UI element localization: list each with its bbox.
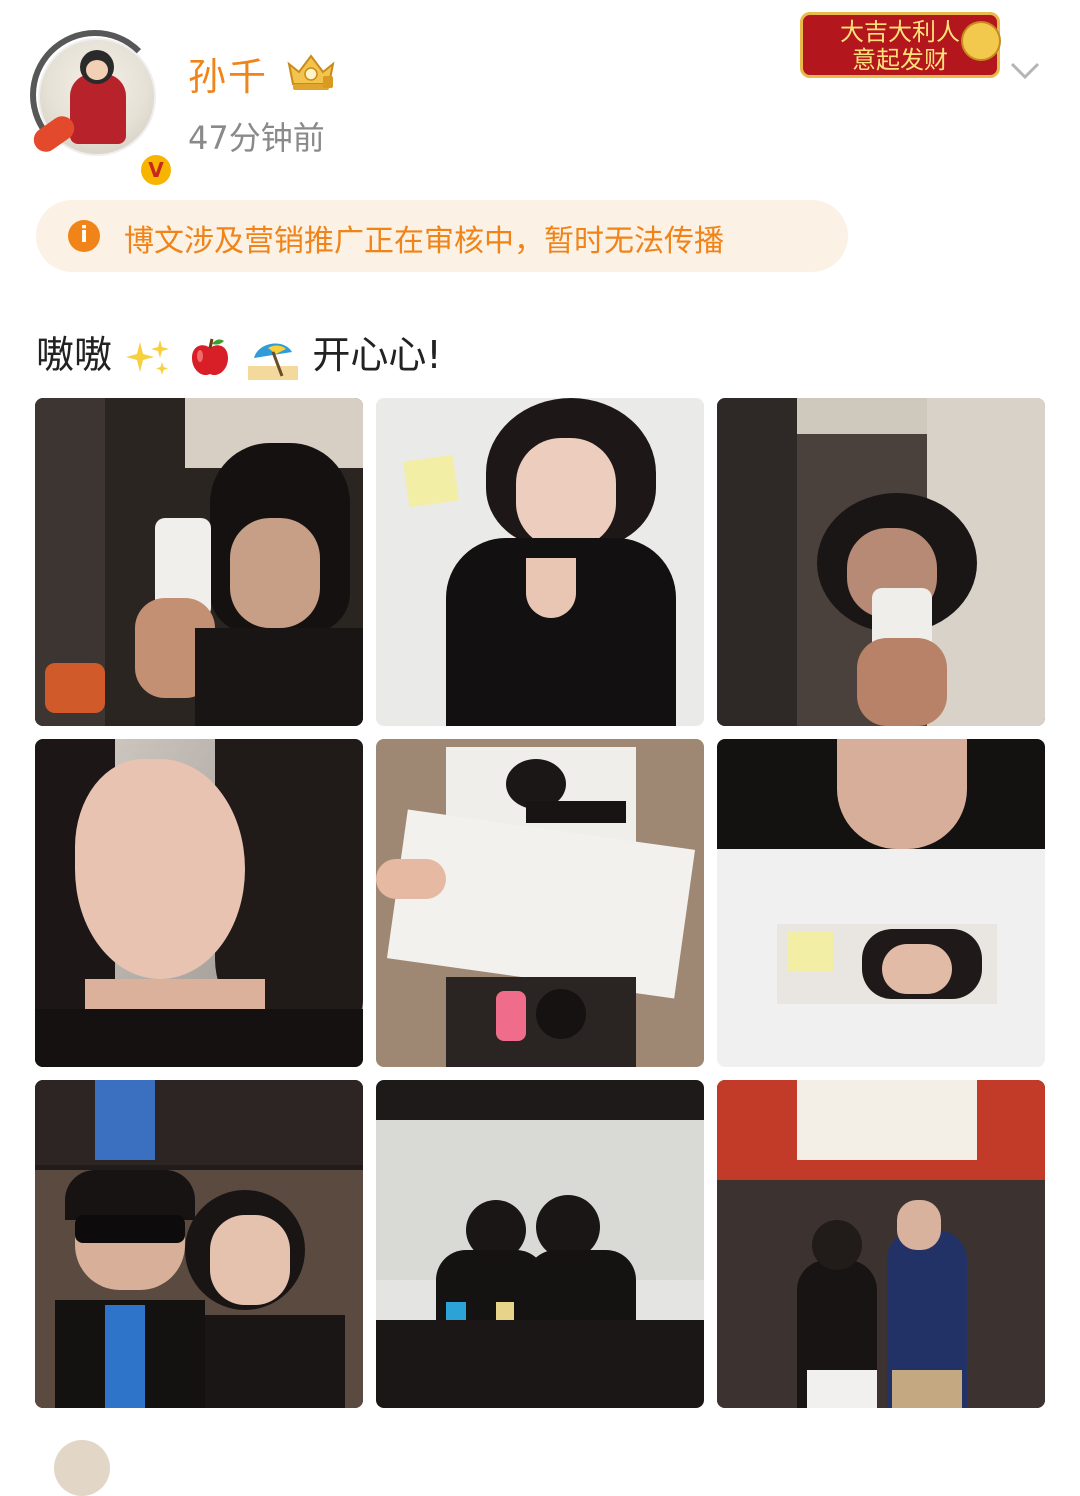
post-text-before: 嗷嗷 [36,333,113,377]
red-apple-icon [192,338,229,375]
post-text-after: 开心心! [312,333,442,377]
photo-peace-sign-duo[interactable] [35,1080,363,1408]
photo-mirror-selfie-2[interactable] [717,398,1045,726]
review-notice: i 博文涉及营销推广正在审核中，暂时无法传播 [36,200,848,272]
post-timestamp: 47分钟前 [188,119,325,157]
photo-collage-hand-chin[interactable] [717,739,1045,1067]
chevron-down-icon[interactable] [1010,62,1040,80]
crown-icon[interactable] [285,50,337,92]
photo-collage-celine-sketch[interactable] [376,739,704,1067]
notice-text: 博文涉及营销推广正在审核中，暂时无法传播 [124,224,724,259]
info-icon: i [68,220,100,252]
next-post-avatar[interactable] [54,1440,110,1496]
photo-table-duo[interactable] [376,1080,704,1408]
festival-badge[interactable]: 大吉大利人 意起发财 [800,12,1001,78]
sparkles-icon [126,339,170,375]
photo-grid [35,398,1045,1408]
author-avatar[interactable]: V [29,30,174,188]
photo-mirror-selfie-1[interactable] [35,398,363,726]
coin-icon [961,21,1001,61]
photo-mirror-duo[interactable] [717,1080,1045,1408]
author-name[interactable]: 孙千 [188,46,268,101]
post-header: V 孙千 47分钟前 大吉大利人 意起发财 [0,0,1080,190]
beach-umbrella-icon [248,342,299,380]
photo-selfie-black-cardigan[interactable] [376,398,704,726]
verified-badge-icon: V [138,152,174,188]
photo-closeup-face[interactable] [35,739,363,1067]
post-text: 嗷嗷 开心心! [36,324,442,380]
